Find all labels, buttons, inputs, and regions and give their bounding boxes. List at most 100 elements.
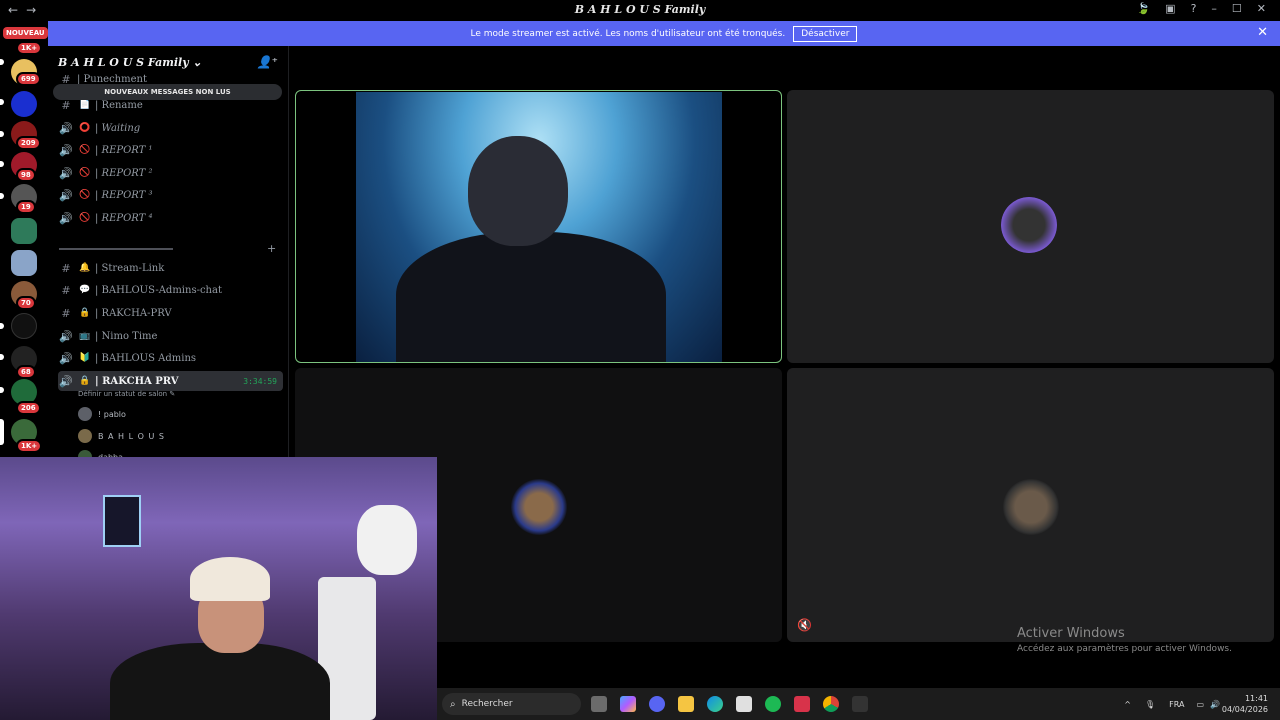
channel-item[interactable]: # 🔔 | Stream-Link xyxy=(58,258,283,278)
volume-icon[interactable]: 🔊 xyxy=(1210,700,1220,709)
language-indicator[interactable]: FRA xyxy=(1169,700,1184,709)
server-badge: 98 xyxy=(16,168,36,182)
obs-icon[interactable] xyxy=(852,696,868,712)
window-title: B A H L O U S Family xyxy=(574,3,706,16)
add-channel-icon[interactable]: + xyxy=(267,242,276,255)
maximize-button[interactable]: ☐ xyxy=(1232,2,1242,15)
speaker-icon: 🔊 xyxy=(59,166,73,180)
task-view-icon[interactable] xyxy=(591,696,607,712)
channel-name: | Rename xyxy=(95,99,143,111)
channel-item[interactable]: 🔊 🔰 | BAHLOUS Admins xyxy=(58,348,283,368)
video-tile[interactable] xyxy=(787,90,1274,363)
camera-feed xyxy=(356,92,722,362)
unread-indicator xyxy=(0,193,4,199)
channel-item[interactable]: 🔊 🚫 | REPORT ¹ xyxy=(58,140,283,160)
channel-name: | REPORT ⁴ xyxy=(95,212,153,224)
leaf-icon[interactable]: 🍃 xyxy=(1136,2,1150,15)
chrome-icon[interactable] xyxy=(823,696,839,712)
channel-emoji: 🚫 xyxy=(79,168,91,178)
disable-button[interactable]: Désactiver xyxy=(793,25,858,42)
minimize-button[interactable]: – xyxy=(1211,2,1217,15)
voice-stage: 🔇 Activer Windows Accédez aux paramètres… xyxy=(289,46,1280,688)
channel-emoji: 🔔 xyxy=(79,263,91,273)
channel-item[interactable]: # 💬 | BAHLOUS-Admins-chat xyxy=(58,280,283,300)
avatar xyxy=(78,407,92,421)
store-icon[interactable] xyxy=(736,696,752,712)
taskbar-search[interactable]: ⌕ Rechercher xyxy=(442,693,581,715)
app-icon[interactable] xyxy=(794,696,810,712)
taskbar: ⌕ Rechercher ^ 🎙 FRA ▭ 🔊 11:41 04/04/202… xyxy=(437,688,1280,720)
video-tile-speaking[interactable] xyxy=(295,90,782,363)
search-icon: ⌕ xyxy=(450,698,456,710)
help-icon[interactable]: ? xyxy=(1191,2,1197,15)
channel-name: | Waiting xyxy=(95,122,141,134)
server-icon[interactable] xyxy=(11,313,37,339)
close-icon[interactable]: ✕ xyxy=(1257,25,1268,40)
webcam-overlay xyxy=(0,457,437,720)
text-channel-icon: # xyxy=(61,306,71,320)
speaker-icon: 🔊 xyxy=(59,211,73,225)
category-divider[interactable] xyxy=(59,248,173,250)
channel-item[interactable]: 🔊 📺 | Nimo Time xyxy=(58,326,283,346)
cap xyxy=(190,557,270,601)
channel-item[interactable]: 🔊 🚫 | REPORT ⁴ xyxy=(58,208,283,228)
active-voice-channel[interactable]: 🔊 🔒 | RAKCHA PRV 3:34:59 xyxy=(58,371,283,391)
watermark-subtitle: Accédez aux paramètres pour activer Wind… xyxy=(1017,644,1232,654)
search-placeholder: Rechercher xyxy=(461,699,513,709)
avatar xyxy=(1003,479,1059,535)
channel-item[interactable]: 🔊 ⭕ | Waiting xyxy=(58,118,283,138)
avatar xyxy=(78,429,92,443)
new-unread-messages-pill[interactable]: NOUVEAUX MESSAGES NON LUS xyxy=(53,84,282,100)
person-head xyxy=(468,136,568,246)
server-icon[interactable] xyxy=(11,91,37,117)
voice-member[interactable]: B A H L O U S xyxy=(78,429,165,443)
guild-name: B A H L O U S Family xyxy=(58,56,189,69)
system-clock[interactable]: 11:41 04/04/2026 xyxy=(1222,693,1268,715)
file-explorer-icon[interactable] xyxy=(678,696,694,712)
server-badge: 19 xyxy=(16,200,36,214)
server-icon[interactable] xyxy=(11,218,37,244)
person-body xyxy=(396,232,666,362)
channel-name: | BAHLOUS Admins xyxy=(95,352,197,364)
invite-people-icon[interactable]: 👤⁺ xyxy=(257,55,278,69)
voice-member[interactable]: dabba xyxy=(78,450,123,457)
server-badge: 68 xyxy=(16,365,36,379)
spotify-icon[interactable] xyxy=(765,696,781,712)
channel-partial[interactable]: # | Punechment xyxy=(58,74,283,84)
channel-item[interactable]: 🔊 🚫 | REPORT ³ xyxy=(58,185,283,205)
close-window-button[interactable]: ✕ xyxy=(1257,2,1266,15)
channel-emoji: 🔒 xyxy=(79,376,91,386)
microphone-icon[interactable]: 🎙 xyxy=(1145,700,1155,709)
channel-emoji: 🚫 xyxy=(79,213,91,223)
speaker-icon: 🔊 xyxy=(59,121,73,135)
speaker-icon: 🔊 xyxy=(59,351,73,365)
server-list: NOUVEAU 1K+ 699 209 98 19 70 68 206 1K+ xyxy=(0,21,48,457)
voice-member[interactable]: ! pablo xyxy=(78,407,126,421)
channel-item[interactable]: # 🔒 | RAKCHA-PRV xyxy=(58,303,283,323)
channel-name: | REPORT ¹ xyxy=(95,144,153,156)
inbox-icon[interactable]: ▣ xyxy=(1165,2,1175,15)
watermark-title: Activer Windows xyxy=(1017,626,1125,641)
text-channel-icon: # xyxy=(61,74,71,84)
unread-indicator xyxy=(0,354,4,360)
tray-chevron-icon[interactable]: ^ xyxy=(1124,700,1131,709)
muted-icon: 🔇 xyxy=(797,618,812,632)
unread-indicator xyxy=(0,59,4,65)
discord-icon[interactable] xyxy=(649,696,665,712)
channel-emoji: 🚫 xyxy=(79,145,91,155)
chevron-down-icon: ⌄ xyxy=(192,56,202,69)
selected-indicator xyxy=(0,419,4,445)
channel-item[interactable]: 🔊 🚫 | REPORT ² xyxy=(58,163,283,183)
channel-name: | Stream-Link xyxy=(95,262,165,274)
channel-emoji: 🔰 xyxy=(79,353,91,363)
edge-icon[interactable] xyxy=(707,696,723,712)
member-name: B A H L O U S xyxy=(98,431,165,441)
streamer xyxy=(110,557,330,720)
server-icon[interactable] xyxy=(11,250,37,276)
network-icon[interactable]: ▭ xyxy=(1196,700,1204,709)
banner-message: Le mode streamer est activé. Les noms d'… xyxy=(470,28,786,39)
video-tile[interactable]: 🔇 xyxy=(787,368,1274,642)
set-channel-status[interactable]: Définir un statut de salon ✎ xyxy=(78,390,175,398)
plush-toy xyxy=(357,505,417,575)
copilot-icon[interactable] xyxy=(620,696,636,712)
